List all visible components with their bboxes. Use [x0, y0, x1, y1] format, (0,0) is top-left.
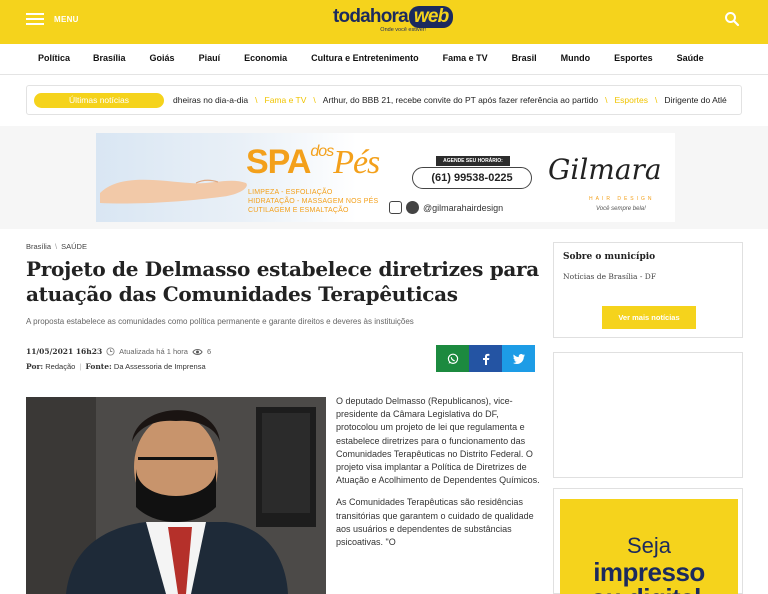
hamburger-icon	[26, 13, 44, 25]
article-subtitle: A proposta estabelece as comunidades com…	[26, 317, 414, 326]
twitter-icon	[512, 353, 525, 364]
foot-image	[100, 179, 247, 204]
nav-item-piaui[interactable]: Piauí	[199, 53, 221, 63]
ticker-label: Últimas notícias	[34, 93, 164, 108]
sidebar-ad-slot: Seja impresso ou digital.	[553, 488, 743, 594]
news-ticker: Últimas notícias dheiras no dia-a-dia \ Fa…	[26, 85, 742, 115]
ticker-tag[interactable]: Esportes	[614, 95, 648, 105]
article-title: Projeto de Delmasso estabelece diretrize…	[26, 257, 539, 306]
article-paragraph: O deputado Delmasso (Republicanos), vice…	[336, 396, 540, 486]
agende-label: AGENDE SEU HORÁRIO:	[436, 156, 510, 166]
share-buttons	[436, 345, 535, 372]
top-header-bar: MENU todahora web Onde você estiver!	[0, 0, 768, 44]
facebook-icon	[406, 201, 419, 214]
menu-label: MENU	[54, 14, 79, 24]
social-handle: @gilmarahairdesign	[389, 201, 503, 214]
whatsapp-share-button[interactable]	[436, 345, 469, 372]
sidebar-ad-slot	[553, 352, 743, 478]
article-body: O deputado Delmasso (Republicanos), vice…	[336, 395, 541, 558]
twitter-share-button[interactable]	[502, 345, 535, 372]
ticker-item[interactable]: Dirigente do Atlé	[664, 95, 726, 105]
main-nav: Política Brasília Goiás Piauí Economia C…	[0, 44, 768, 75]
deputy-photo-illustration	[26, 397, 326, 594]
municipality-sub[interactable]: Notícias de Brasília - DF	[563, 272, 656, 281]
article-meta-date: 11/05/2021 16h23 Atualizada há 1 hora 6	[26, 347, 211, 356]
municipality-box: Sobre o município Notícias de Brasília -…	[553, 242, 743, 338]
spa-ad-banner[interactable]: SPAdosPés LIMPEZA - ESFOLIAÇÃO HIDRATAÇÃ…	[96, 133, 675, 222]
clock-icon	[106, 347, 115, 356]
breadcrumb-item[interactable]: Brasília	[26, 242, 51, 251]
nav-item-esportes[interactable]: Esportes	[614, 53, 653, 63]
author-name: Redação	[45, 362, 76, 371]
whatsapp-icon	[447, 353, 458, 364]
phone-number: (61) 99538-0225	[412, 167, 532, 189]
ticker-items: dheiras no dia-a-dia \ Fama e TV \ Arthur, d…	[173, 95, 727, 105]
facebook-share-button[interactable]	[469, 345, 502, 372]
nav-item-economia[interactable]: Economia	[244, 53, 287, 63]
updated-time: Atualizada há 1 hora	[119, 347, 188, 356]
menu-button[interactable]: MENU	[26, 13, 79, 25]
municipality-heading: Sobre o município	[563, 252, 656, 262]
logo-main: todahora	[333, 6, 409, 27]
spa-title: SPAdosPés	[246, 143, 380, 181]
nav-item-cultura[interactable]: Cultura e Entretenimento	[311, 53, 419, 63]
brand-sub: HAIR DESIGN	[589, 196, 655, 202]
facebook-icon	[482, 353, 489, 365]
ticker-item[interactable]: Arthur, do BBB 21, recebe convite do PT …	[323, 95, 598, 105]
breadcrumb: Brasília \ SAÚDE	[26, 242, 87, 251]
top-ad-band: SPAdosPés LIMPEZA - ESFOLIAÇÃO HIDRATAÇÃ…	[0, 126, 768, 229]
nav-item-mundo[interactable]: Mundo	[561, 53, 591, 63]
nav-item-brasilia[interactable]: Brasília	[93, 53, 126, 63]
article-photo	[26, 397, 326, 594]
nav-item-goias[interactable]: Goiás	[150, 53, 175, 63]
spa-description: LIMPEZA - ESFOLIAÇÃO HIDRATAÇÃO - MASSAG…	[248, 189, 379, 214]
nav-item-brasil[interactable]: Brasil	[512, 53, 537, 63]
breadcrumb-item[interactable]: SAÚDE	[61, 242, 87, 251]
nav-item-fama-tv[interactable]: Fama e TV	[443, 53, 488, 63]
article-paragraph: As Comunidades Terapêuticas são residênc…	[336, 497, 534, 548]
brand-name: Gilmara	[548, 153, 662, 186]
view-count: 6	[206, 347, 212, 356]
logo-web: web	[408, 6, 454, 28]
nav-item-politica[interactable]: Política	[38, 53, 70, 63]
ticker-item[interactable]: dheiras no dia-a-dia	[173, 95, 248, 105]
publish-date: 11/05/2021 16h23	[26, 347, 103, 356]
nav-item-saude[interactable]: Saúde	[677, 53, 704, 63]
site-logo[interactable]: todahora web Onde você estiver!	[333, 6, 454, 36]
search-icon[interactable]	[724, 11, 740, 27]
eye-icon	[192, 348, 203, 355]
instagram-icon	[389, 201, 402, 214]
source-name: Da Assessoria de Imprensa	[113, 362, 206, 371]
more-news-button[interactable]: Ver mais notícias	[602, 306, 696, 329]
brand-slogan: Você sempre bela!	[596, 206, 646, 212]
ticker-tag[interactable]: Fama e TV	[265, 95, 307, 105]
article-meta-author: Por: Redação | Fonte: Da Assessoria de I…	[26, 362, 206, 371]
print-digital-ad[interactable]: Seja impresso ou digital.	[560, 499, 738, 594]
